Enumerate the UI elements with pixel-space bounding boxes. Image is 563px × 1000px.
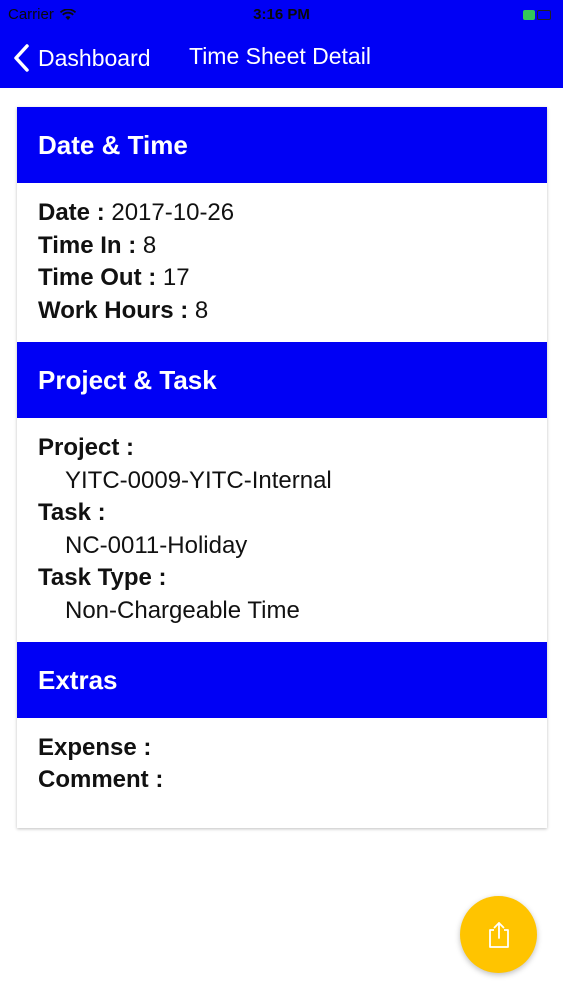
work-hours-value: 8 xyxy=(194,297,209,324)
page-title: Time Sheet Detail xyxy=(189,43,371,69)
share-button[interactable] xyxy=(460,896,537,973)
expense-label: Expense : xyxy=(38,734,152,761)
status-bar: Carrier 3:16 PM xyxy=(0,0,563,30)
status-time: 3:16 PM xyxy=(253,6,310,23)
work-hours-row: Work Hours : 8 xyxy=(38,297,208,325)
timesheet-detail-card: Date & Time Date : 2017-10-26 Time In : … xyxy=(17,107,547,828)
time-out-label: Time Out : xyxy=(38,264,163,291)
chevron-left-icon xyxy=(14,44,29,72)
task-label: Task : xyxy=(38,499,106,526)
time-out-value: 17 xyxy=(162,264,190,291)
back-button-label: Dashboard xyxy=(38,44,151,71)
battery-level xyxy=(523,10,535,20)
project-value: YITC-0009-YITC-Internal xyxy=(65,467,332,494)
back-button[interactable]: Dashboard xyxy=(12,40,151,76)
section-header-project-task: Project & Task xyxy=(17,342,547,418)
battery-icon xyxy=(523,9,553,21)
work-hours-label: Work Hours : xyxy=(38,297,195,324)
comment-label: Comment : xyxy=(38,766,164,793)
time-in-row: Time In : 8 xyxy=(38,232,156,260)
date-row: Date : 2017-10-26 xyxy=(38,199,234,227)
section-header-extras: Extras xyxy=(17,642,547,718)
share-icon xyxy=(488,921,509,948)
time-in-label: Time In : xyxy=(38,232,143,259)
date-label: Date : xyxy=(38,199,112,226)
task-type-label: Task Type : xyxy=(38,564,167,591)
battery-body xyxy=(537,10,551,20)
date-value: 2017-10-26 xyxy=(111,199,235,226)
time-in-value: 8 xyxy=(142,232,157,259)
navigation-bar: Dashboard Time Sheet Detail xyxy=(0,30,563,88)
task-type-value: Non-Chargeable Time xyxy=(65,597,300,624)
time-out-row: Time Out : 17 xyxy=(38,264,190,292)
task-value: NC-0011-Holiday xyxy=(65,532,248,559)
section-header-date-time: Date & Time xyxy=(17,107,547,183)
project-label: Project : xyxy=(38,434,135,461)
